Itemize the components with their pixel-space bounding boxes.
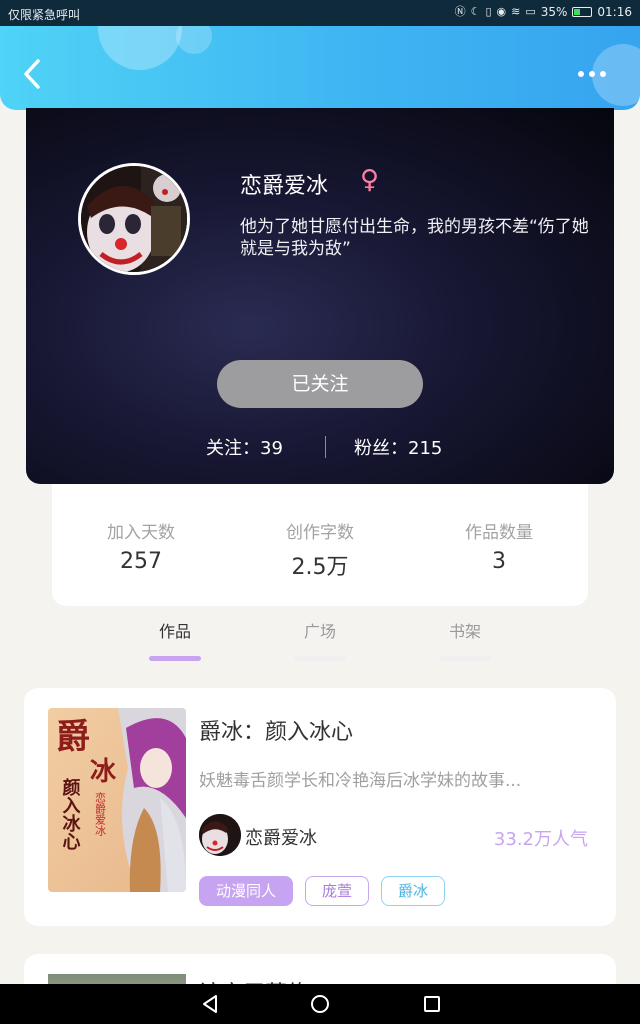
vibrate-icon: ▯: [485, 5, 492, 18]
stat-label: 作品数量: [465, 523, 533, 543]
clown-avatar-image: [199, 814, 241, 856]
sim-icon: ▭: [525, 5, 536, 18]
divider: [325, 436, 326, 458]
followed-button[interactable]: 已关注: [217, 360, 423, 408]
fans-count[interactable]: 粉丝：215: [354, 434, 442, 460]
nav-back-button[interactable]: [198, 993, 222, 1015]
author-name[interactable]: 恋爵爱冰: [245, 824, 317, 850]
content-tabs: 作品 广场 书架: [0, 606, 640, 662]
tab-bookshelf[interactable]: 书架: [425, 618, 505, 661]
user-nickname: 恋爵爱冰: [240, 174, 329, 199]
cover-subtitle: 颜入冰心: [60, 777, 81, 850]
tag-chip[interactable]: 庞萱: [305, 876, 370, 906]
book-tags: 动漫同人 庞萱 爵冰: [199, 876, 446, 906]
stat-label: 创作字数: [286, 523, 354, 543]
tab-label: 作品: [158, 622, 191, 641]
author-stats-card: 加入天数 257 创作字数 2.5万 作品数量 3: [52, 484, 588, 606]
stat-join-days: 加入天数 257: [71, 518, 211, 574]
book-cover[interactable]: 爵 冰 颜入冰心 恋爵爱冰: [48, 708, 186, 892]
cover-author: 恋爵爱冰: [94, 791, 107, 836]
chevron-left-icon: [24, 59, 40, 89]
user-avatar[interactable]: [78, 163, 190, 275]
cover-title-char: 冰: [90, 757, 117, 787]
tag-chip[interactable]: 爵冰: [381, 876, 446, 906]
square-recent-icon: [424, 996, 440, 1012]
system-nav-bar: [0, 984, 640, 1024]
wifi-icon: ≋: [511, 5, 521, 18]
stat-value: 257: [120, 549, 162, 574]
tag-chip[interactable]: 动漫同人: [199, 876, 294, 906]
tab-label: 广场: [303, 622, 336, 641]
eye-icon: ◉: [496, 5, 507, 18]
circle-home-icon: [311, 995, 329, 1013]
user-bio: 他为了她甘愿付出生命，我的男孩不差“伤了她就是与我为敌”: [240, 217, 589, 259]
tab-indicator: [294, 656, 346, 661]
book-description: 妖魅毒舌颜学长和冷艳海后冰学妹的故事...: [199, 771, 522, 791]
stat-value: 3: [492, 549, 506, 574]
more-horizontal-icon: [578, 71, 584, 77]
tab-indicator: [149, 656, 201, 661]
decorative-bubble: [176, 26, 212, 54]
more-options-button[interactable]: [578, 64, 614, 84]
stat-work-count: 作品数量 3: [429, 518, 569, 574]
tab-label: 书架: [448, 622, 481, 641]
top-header: [0, 26, 640, 110]
following-count[interactable]: 关注：39: [206, 434, 283, 460]
status-carrier-text: 仅限紧急呼叫: [8, 8, 81, 22]
nav-recent-button[interactable]: [420, 993, 444, 1015]
tab-square[interactable]: 广场: [280, 618, 360, 661]
status-bar: 仅限紧急呼叫 Ⓝ ☾ ▯ ◉ ≋ ▭ 35% 01:16: [0, 0, 640, 26]
battery-percent: 35%: [540, 5, 568, 19]
tab-works[interactable]: 作品: [135, 618, 215, 661]
book-title[interactable]: 爵冰：颜入冰心: [199, 714, 353, 746]
decorative-bubble: [98, 26, 182, 70]
stat-word-count: 创作字数 2.5万: [250, 518, 390, 581]
clown-avatar-image: [81, 166, 187, 272]
moon-icon: ☾: [470, 5, 481, 18]
triangle-back-icon: [203, 995, 217, 1013]
author-avatar[interactable]: [199, 814, 241, 856]
book-cover-art: 爵 冰 颜入冰心 恋爵爱冰: [48, 708, 186, 892]
back-button[interactable]: [18, 56, 48, 92]
profile-hero-card: 恋爵爱冰 ♀ 他为了她甘愿付出生命，我的男孩不差“伤了她就是与我为敌” 已关注 …: [26, 108, 614, 484]
battery-icon: [572, 7, 593, 17]
tab-indicator: [439, 656, 491, 661]
nav-home-button[interactable]: [308, 993, 332, 1015]
status-icons: Ⓝ ☾ ▯ ◉ ≋ ▭ 35% 01:16: [455, 5, 632, 19]
nfc-icon: Ⓝ: [454, 5, 466, 18]
book-card[interactable]: 爵 冰 颜入冰心 恋爵爱冰 爵冰：颜入冰心 妖魅毒舌颜学长和冷艳海后冰学妹的故事…: [24, 688, 616, 926]
stat-value: 2.5万: [291, 555, 349, 580]
clock: 01:16: [597, 5, 632, 19]
cover-title-char: 爵: [56, 717, 90, 757]
stat-label: 加入天数: [107, 523, 175, 543]
female-gender-icon: ♀: [360, 165, 380, 195]
popularity-count: 33.2万人气: [493, 829, 588, 850]
